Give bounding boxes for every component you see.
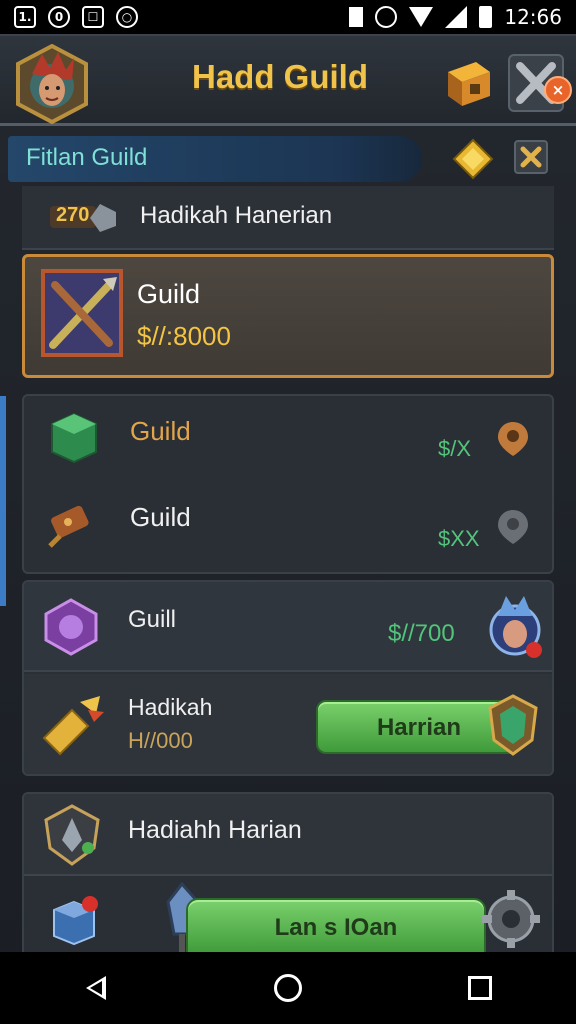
list-item[interactable]: Hadiahh Harian bbox=[24, 794, 552, 876]
bronze-scroll-icon bbox=[48, 505, 89, 548]
member-row[interactable]: 270 Hadikah Hanerian bbox=[22, 186, 554, 250]
list-item[interactable]: Guild $XX bbox=[24, 486, 552, 572]
item-label: Guild bbox=[130, 416, 191, 446]
guild-screen: Hadd Guild × Fitlan Guild 270 Hadikah Ha… bbox=[0, 34, 576, 954]
item-label: Hadikah bbox=[128, 694, 213, 720]
status-left-icons: 1. 0 ☐ ○ bbox=[14, 6, 138, 28]
join-guild-button-label: Lan s IOan bbox=[274, 914, 398, 941]
guild-tab-bar[interactable]: Fitlan Guild bbox=[8, 136, 422, 182]
member-name: Hadikah Hanerian bbox=[140, 202, 333, 229]
recents-icon bbox=[468, 976, 492, 1000]
notification-icon-3: ☐ bbox=[82, 6, 104, 28]
back-icon bbox=[86, 976, 106, 1000]
selected-guild-card[interactable]: Guild $//:8000 bbox=[22, 254, 554, 378]
blue-cube-icon[interactable] bbox=[50, 894, 102, 948]
nav-recents-button[interactable] bbox=[445, 958, 515, 1018]
hero-avatar-icon[interactable] bbox=[12, 44, 92, 124]
item-label: Hadiahh Harian bbox=[128, 816, 302, 844]
gear-icon[interactable] bbox=[480, 884, 542, 954]
emerald-shield-icon bbox=[488, 694, 538, 756]
guild-card-price: $//:8000 bbox=[137, 321, 231, 351]
silver-shield-icon bbox=[44, 804, 100, 866]
system-navigation-bar bbox=[0, 952, 576, 1024]
golden-gauntlet-icon bbox=[42, 696, 104, 756]
list-item[interactable]: Guild $/X bbox=[24, 396, 552, 482]
notification-icon-1: 1. bbox=[14, 6, 36, 28]
list-item[interactable]: Hadikah H//000 Harrian bbox=[24, 674, 552, 774]
nav-back-button[interactable] bbox=[61, 958, 131, 1018]
level-text: 270 bbox=[56, 204, 90, 226]
location-pin-icon[interactable] bbox=[496, 420, 530, 458]
status-right-icons: 12:66 bbox=[349, 5, 562, 29]
wifi-icon bbox=[409, 7, 434, 27]
item-value: $/X bbox=[438, 436, 472, 461]
item-label: Guild bbox=[130, 502, 191, 532]
hero-portrait-icon[interactable] bbox=[484, 592, 546, 664]
crossed-swords-icon bbox=[41, 269, 123, 357]
daily-reward-panel: Hadiahh Harian Lan s IOan bbox=[22, 792, 554, 954]
notification-icon-2: 0 bbox=[48, 6, 70, 28]
battery-icon bbox=[479, 6, 493, 28]
purple-orb-icon bbox=[44, 598, 98, 656]
item-label: Guill bbox=[128, 606, 177, 633]
item-price: $//700 bbox=[388, 620, 455, 647]
list-item[interactable]: Guill $//700 bbox=[24, 582, 552, 672]
scroll-indicator bbox=[0, 396, 6, 606]
join-guild-button[interactable]: Lan s IOan bbox=[186, 898, 486, 952]
close-icon bbox=[520, 146, 542, 168]
header: Hadd Guild × bbox=[0, 36, 576, 126]
signal-icon bbox=[445, 6, 468, 28]
treasure-chest-icon[interactable] bbox=[440, 56, 494, 110]
alarm-icon bbox=[375, 6, 398, 28]
home-icon bbox=[274, 974, 302, 1002]
guild-card-title: Guild bbox=[137, 279, 201, 309]
notification-icon-4: ○ bbox=[116, 6, 138, 28]
page-title: Hadd Guild bbox=[192, 58, 368, 95]
item-sublabel: H//000 bbox=[128, 728, 193, 753]
guild-tab-title: Fitlan Guild bbox=[26, 144, 148, 171]
status-time: 12:66 bbox=[504, 5, 562, 29]
green-cube-icon bbox=[51, 412, 97, 464]
location-pin-icon[interactable] bbox=[496, 508, 530, 546]
sub-close-button[interactable] bbox=[514, 140, 548, 174]
item-value: $XX bbox=[438, 526, 480, 551]
notification-badge[interactable]: × bbox=[544, 76, 572, 104]
status-bar: 1. 0 ☐ ○ 12:66 bbox=[0, 0, 576, 34]
nav-home-button[interactable] bbox=[253, 958, 323, 1018]
guild-items-panel: Guild $/X Guild $XX bbox=[22, 394, 554, 574]
gold-gem-icon[interactable] bbox=[452, 138, 494, 180]
reward-list: Guill $//700 Hadikah H//000 Harrian bbox=[22, 580, 554, 776]
level-badge: 270 bbox=[50, 200, 120, 234]
vibrate-icon bbox=[349, 7, 364, 27]
